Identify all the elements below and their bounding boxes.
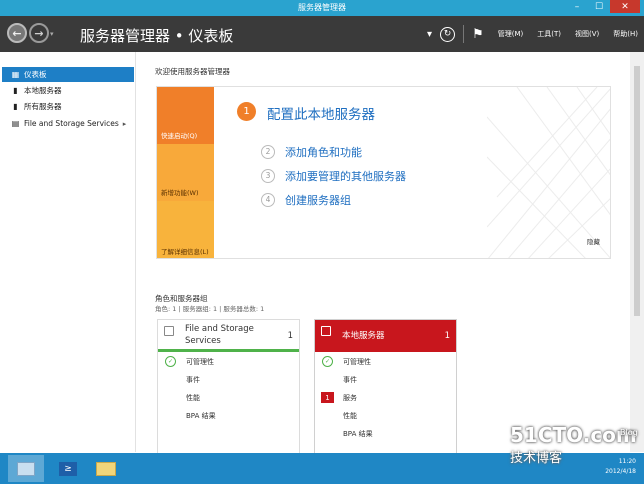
welcome-title: 欢迎使用服务器管理器 <box>155 67 230 76</box>
sidebar-item-all-servers[interactable]: ▮ 所有服务器 <box>2 99 134 114</box>
check-circle-icon: ✓ <box>165 356 176 367</box>
server-icon <box>321 326 331 336</box>
decorative-lines <box>487 87 610 258</box>
server-manager-icon <box>17 461 35 476</box>
clock-time: 11:20 <box>618 458 636 465</box>
folder-icon <box>96 461 116 476</box>
configure-local-server-link[interactable]: 配置此本地服务器 <box>267 103 375 123</box>
tile-row-manageability[interactable]: ✓ 可管理性 <box>158 354 299 369</box>
sidebar-item-label: 本地服务器 <box>24 86 62 95</box>
sidebar: ▦ 仪表板 ▮ 本地服务器 ▮ 所有服务器 ▤ File and Storage… <box>0 52 136 452</box>
menu-help[interactable]: 帮助(H) <box>613 29 638 39</box>
vertical-scrollbar[interactable] <box>630 52 644 452</box>
add-roles-link[interactable]: 添加角色和功能 <box>285 144 362 160</box>
sidebar-item-file-storage[interactable]: ▤ File and Storage Services ▸ <box>2 116 134 131</box>
chevron-down-icon[interactable]: ▾ <box>427 29 432 40</box>
watermark-site: 51CTO.com <box>510 423 637 447</box>
roles-summary: 角色: 1 | 服务器组: 1 | 服务器总数: 1 <box>155 305 265 313</box>
row-label: 性能 <box>343 411 357 420</box>
app-header: ← → ▾ 服务器管理器 • 仪表板 ▾ ↻ ⚑ 管理(M) 工具(T) 视图(… <box>0 16 644 52</box>
check-circle-icon: ✓ <box>322 356 333 367</box>
tile-row-bpa[interactable]: BPA 结果 <box>315 426 456 441</box>
forward-button[interactable]: → <box>29 23 49 43</box>
tile-title[interactable]: 本地服务器 <box>342 330 432 342</box>
sidebar-item-label: File and Storage Services <box>24 119 119 128</box>
role-tile-file-storage[interactable]: File and Storage Services 1 ✓ 可管理性 事件 性能… <box>157 319 300 459</box>
menu-manage[interactable]: 管理(M) <box>498 29 524 39</box>
sidebar-item-label: 所有服务器 <box>24 102 62 111</box>
header-actions: ▾ ↻ ⚑ 管理(M) 工具(T) 视图(V) 帮助(H) <box>427 16 638 52</box>
welcome-tile: 快速启动(Q) 新增功能(W) 了解详细信息(L) 1 配置此本地服务器 2 添… <box>156 86 611 259</box>
clock-date: 2012/4/18 <box>605 468 636 475</box>
tile-header[interactable]: 本地服务器 1 <box>315 320 456 352</box>
tab-quick-start[interactable]: 快速启动(Q) <box>157 87 214 144</box>
row-label: 可管理性 <box>186 357 214 366</box>
minimize-button[interactable]: – <box>566 0 588 13</box>
role-tile-local-server[interactable]: 本地服务器 1 ✓ 可管理性 事件 1 服务 性能 BPA 结果 <box>314 319 457 459</box>
sidebar-item-local-server[interactable]: ▮ 本地服务器 <box>2 83 134 98</box>
sidebar-item-label: 仪表板 <box>24 70 47 79</box>
step-number: 4 <box>261 192 275 207</box>
tile-title[interactable]: File and Storage Services <box>185 323 275 347</box>
sidebar-item-dashboard[interactable]: ▦ 仪表板 <box>2 67 134 82</box>
tile-row-events[interactable]: 事件 <box>315 372 456 387</box>
powershell-icon: ≥ <box>59 461 77 476</box>
watermark-tagline: 技术博客 <box>510 451 563 466</box>
tile-row-services[interactable]: 1 服务 <box>315 390 456 405</box>
step-add-servers[interactable]: 3 添加要管理的其他服务器 <box>261 168 406 183</box>
dashboard-icon: ▦ <box>11 70 20 79</box>
refresh-icon[interactable]: ↻ <box>440 26 456 42</box>
tile-row-events[interactable]: 事件 <box>158 372 299 387</box>
add-servers-link[interactable]: 添加要管理的其他服务器 <box>285 168 406 184</box>
tile-row-bpa[interactable]: BPA 结果 <box>158 408 299 423</box>
tile-row-performance[interactable]: 性能 <box>158 390 299 405</box>
maximize-button[interactable]: ☐ <box>588 0 610 13</box>
close-button[interactable]: ✕ <box>610 0 640 13</box>
breadcrumb: 服务器管理器 • 仪表板 <box>80 27 234 45</box>
row-label: 事件 <box>343 375 357 384</box>
window-controls: – ☐ ✕ <box>566 0 640 13</box>
servers-icon: ▮ <box>13 102 18 111</box>
history-dropdown-icon[interactable]: ▾ <box>50 30 54 38</box>
tile-row-manageability[interactable]: ✓ 可管理性 <box>315 354 456 369</box>
step-number-badge: 1 <box>237 102 256 121</box>
notifications-flag-icon[interactable]: ⚑ <box>472 27 484 42</box>
header-divider <box>463 25 465 43</box>
back-button[interactable]: ← <box>7 23 27 43</box>
chevron-right-icon[interactable]: ▸ <box>123 120 127 128</box>
alert-count-badge: 1 <box>321 392 334 403</box>
tile-count: 1 <box>287 331 293 341</box>
tab-learn-more[interactable]: 了解详细信息(L) <box>157 201 214 258</box>
server-icon: ▮ <box>13 86 18 95</box>
tile-count: 1 <box>444 331 450 341</box>
row-label: 服务 <box>343 393 357 402</box>
step-create-group[interactable]: 4 创建服务器组 <box>261 192 351 207</box>
step-number: 2 <box>261 144 275 159</box>
tile-header[interactable]: File and Storage Services 1 <box>158 320 299 352</box>
row-label: 性能 <box>186 393 200 402</box>
row-label: BPA 结果 <box>186 411 216 420</box>
row-label: 可管理性 <box>343 357 371 366</box>
menu-view[interactable]: 视图(V) <box>575 29 599 39</box>
watermark-blog: Blog <box>620 428 638 437</box>
tab-whats-new[interactable]: 新增功能(W) <box>157 144 214 201</box>
taskbar-explorer[interactable] <box>88 455 124 482</box>
taskbar-powershell[interactable]: ≥ <box>50 455 86 482</box>
storage-icon: ▤ <box>11 119 20 128</box>
window-title: 服务器管理器 <box>298 3 346 12</box>
menu-tools[interactable]: 工具(T) <box>537 29 561 39</box>
row-label: BPA 结果 <box>343 429 373 438</box>
tile-row-performance[interactable]: 性能 <box>315 408 456 423</box>
step-number: 3 <box>261 168 275 183</box>
scrollbar-thumb[interactable] <box>634 66 640 316</box>
storage-icon <box>164 326 174 336</box>
create-group-link[interactable]: 创建服务器组 <box>285 192 351 208</box>
window-title-bar: 服务器管理器 – ☐ ✕ <box>0 0 644 16</box>
step-add-roles[interactable]: 2 添加角色和功能 <box>261 144 362 159</box>
system-clock[interactable]: 11:20 2012/4/18 <box>605 457 636 477</box>
hide-welcome-link[interactable]: 隐藏 <box>587 236 600 246</box>
row-label: 事件 <box>186 375 200 384</box>
watermark: 51CTO.com Blog 技术博客 <box>510 423 638 466</box>
taskbar-server-manager[interactable] <box>8 455 44 482</box>
